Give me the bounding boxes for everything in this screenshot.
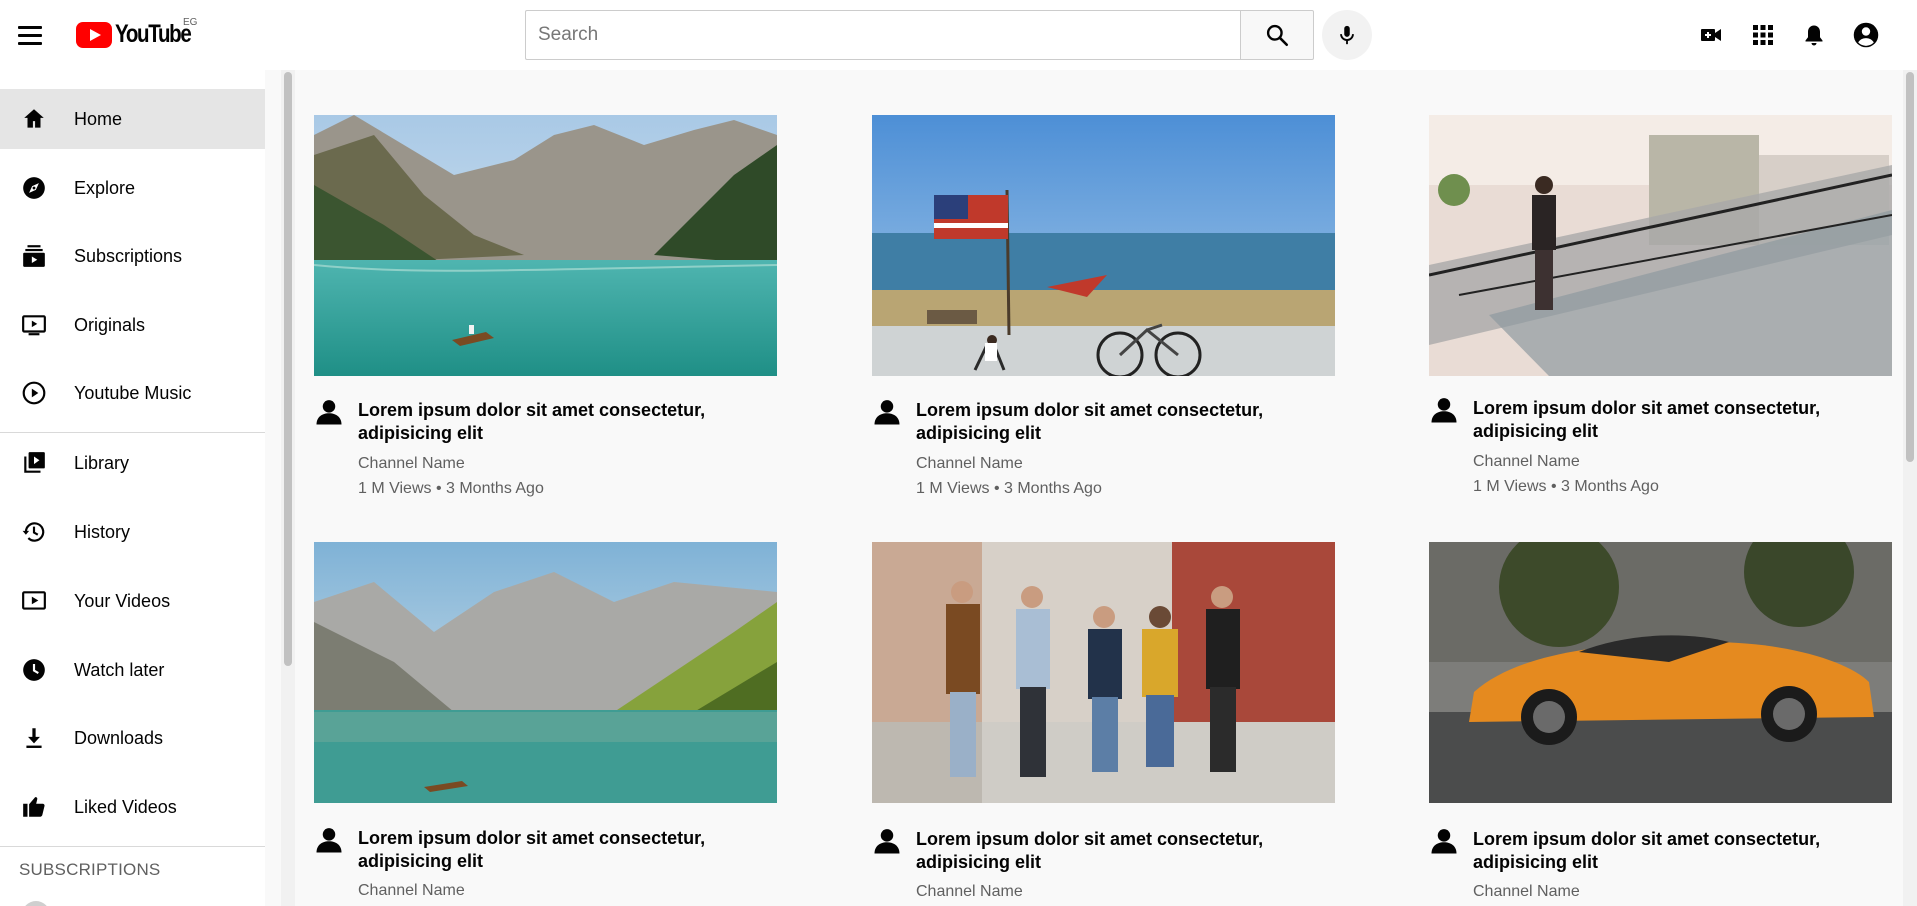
clock-icon: [20, 656, 48, 684]
channel-avatar-icon[interactable]: [1429, 395, 1459, 425]
sidebar-item-youtube-music[interactable]: Youtube Music: [0, 363, 265, 423]
channel-avatar-icon[interactable]: [1429, 826, 1459, 856]
main-scrollbar[interactable]: [1903, 70, 1917, 906]
sidebar-item-label: Downloads: [74, 727, 164, 748]
your-videos-icon: [20, 587, 48, 615]
video-meta: 1 M Views • 3 Months Ago: [916, 480, 1102, 497]
sidebar-item-label: Library: [74, 452, 130, 473]
video-thumbnail[interactable]: [872, 542, 1335, 803]
channel-name[interactable]: Channel Name: [1473, 883, 1580, 901]
sidebar-item-history[interactable]: History: [0, 502, 265, 562]
video-card[interactable]: Lorem ipsum dolor sit amet consectetur, …: [872, 115, 1335, 505]
channel-avatar-icon[interactable]: [314, 825, 344, 855]
sidebar-item-label: Liked Videos: [74, 796, 177, 817]
sidebar-item-label: History: [74, 521, 131, 542]
library-icon: [20, 449, 48, 477]
notifications-button[interactable]: [1800, 21, 1828, 49]
video-title[interactable]: Lorem ipsum dolor sit amet consectetur, …: [358, 827, 758, 873]
region-code: EG: [183, 17, 198, 28]
video-thumbnail[interactable]: [872, 115, 1335, 376]
originals-icon: [20, 311, 48, 339]
history-icon: [20, 518, 48, 546]
sidebar-item-label: Watch later: [74, 659, 165, 680]
voice-search-button[interactable]: [1322, 10, 1372, 60]
sidebar-item-liked-videos[interactable]: Liked Videos: [0, 777, 265, 837]
youtube-play-icon: [76, 21, 112, 48]
channel-avatar-icon[interactable]: [314, 397, 344, 427]
video-thumbnail[interactable]: [314, 542, 777, 803]
video-meta: 1 M Views • 3 Months Ago: [1473, 478, 1659, 495]
video-card[interactable]: Lorem ipsum dolor sit amet consectetur, …: [314, 542, 777, 906]
create-video-button[interactable]: [1697, 21, 1725, 49]
sidebar-item-subscriptions[interactable]: Subscriptions: [0, 226, 265, 286]
sidebar-scrollbar[interactable]: [281, 70, 295, 906]
video-title[interactable]: Lorem ipsum dolor sit amet consectetur, …: [916, 828, 1316, 874]
apps-grid-icon: [1753, 25, 1773, 45]
channel-avatar-icon[interactable]: [872, 826, 902, 856]
video-title[interactable]: Lorem ipsum dolor sit amet consectetur, …: [358, 399, 758, 445]
account-circle-icon: [1853, 22, 1879, 48]
subscriptions-section-title: SUBSCRIPTIONS: [19, 860, 161, 879]
search-bar: [525, 10, 1314, 60]
channel-name[interactable]: Channel Name: [916, 455, 1023, 473]
video-title[interactable]: Lorem ipsum dolor sit amet consectetur, …: [1473, 397, 1873, 443]
sidebar-item-originals[interactable]: Originals: [0, 295, 265, 355]
video-thumbnail[interactable]: [1429, 542, 1892, 803]
logo-text: YouTube: [115, 20, 192, 48]
sidebar-item-downloads[interactable]: Downloads: [0, 708, 265, 768]
sidebar-item-watch-later[interactable]: Watch later: [0, 640, 265, 700]
channel-name[interactable]: Channel Name: [358, 882, 465, 900]
sidebar-item-label: Explore: [74, 177, 136, 198]
hamburger-menu-icon[interactable]: [18, 21, 46, 49]
top-header: YouTube EG: [0, 0, 1917, 70]
sidebar-item-label: Home: [74, 108, 123, 129]
thumbs-up-icon: [20, 793, 48, 821]
music-play-icon: [20, 379, 48, 407]
compass-icon: [20, 174, 48, 202]
bell-icon: [1805, 25, 1823, 46]
sidebar-item-your-videos[interactable]: Your Videos: [0, 571, 265, 631]
sidebar-item-label: Youtube Music: [74, 382, 192, 403]
subscriptions-icon: [20, 242, 48, 270]
channel-name[interactable]: Channel Name: [916, 883, 1023, 901]
video-title[interactable]: Lorem ipsum dolor sit amet consectetur, …: [916, 399, 1316, 445]
sidebar-item-library[interactable]: Library: [0, 433, 265, 493]
search-input[interactable]: [525, 10, 1240, 60]
sidebar-item-home[interactable]: Home: [0, 89, 265, 149]
microphone-icon: [1340, 25, 1354, 45]
sidebar-item-label: Originals: [74, 314, 146, 335]
sidebar-item-explore[interactable]: Explore: [0, 158, 265, 218]
channel-name[interactable]: Channel Name: [1473, 453, 1580, 471]
channel-avatar-icon[interactable]: [872, 397, 902, 427]
main-scrollbar-thumb[interactable]: [1906, 72, 1914, 462]
search-icon: [1266, 24, 1289, 47]
sidebar-scrollbar-thumb[interactable]: [284, 72, 292, 666]
sidebar-item-label: Your Videos: [74, 590, 171, 611]
apps-button[interactable]: [1749, 21, 1777, 49]
video-title[interactable]: Lorem ipsum dolor sit amet consectetur, …: [1473, 828, 1873, 874]
video-thumbnail[interactable]: [314, 115, 777, 376]
sidebar: Home Explore Subscriptions Originals You…: [0, 70, 265, 906]
video-thumbnail[interactable]: [1429, 115, 1892, 376]
home-icon: [20, 105, 48, 133]
search-button[interactable]: [1240, 10, 1314, 60]
channel-name[interactable]: Channel Name: [358, 455, 465, 473]
account-button[interactable]: [1852, 21, 1880, 49]
video-card[interactable]: Lorem ipsum dolor sit amet consectetur, …: [314, 115, 777, 505]
subscription-avatar[interactable]: [22, 901, 50, 906]
video-card[interactable]: Lorem ipsum dolor sit amet consectetur, …: [1429, 115, 1892, 505]
video-camera-plus-icon: [1701, 29, 1721, 41]
video-card[interactable]: Lorem ipsum dolor sit amet consectetur, …: [1429, 542, 1892, 906]
video-card[interactable]: Lorem ipsum dolor sit amet consectetur, …: [872, 542, 1335, 906]
download-icon: [20, 724, 48, 752]
sidebar-item-label: Subscriptions: [74, 245, 183, 266]
sidebar-divider: [0, 846, 265, 847]
video-meta: 1 M Views • 3 Months Ago: [358, 480, 544, 497]
